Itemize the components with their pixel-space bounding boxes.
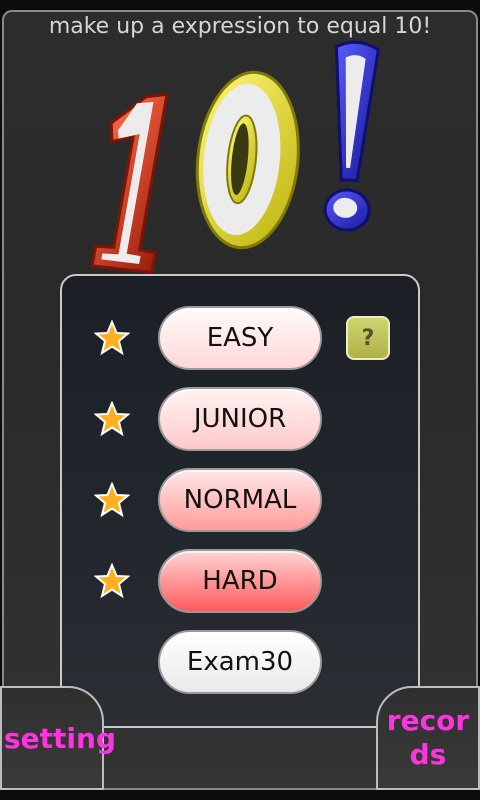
level-row-exam30: Exam30 — [62, 630, 418, 694]
question-mark-icon: ? — [361, 325, 375, 351]
star-icon — [94, 563, 130, 599]
level-row-junior: JUNIOR — [62, 387, 418, 451]
normal-button[interactable]: NORMAL — [158, 468, 322, 532]
star-icon — [94, 482, 130, 518]
level-row-easy: EASY ? — [62, 306, 418, 370]
star-icon — [94, 320, 130, 356]
level-row-hard: HARD — [62, 549, 418, 613]
star-icon — [94, 401, 130, 437]
hard-button[interactable]: HARD — [158, 549, 322, 613]
exam30-button[interactable]: Exam30 — [158, 630, 322, 694]
level-panel: EASY ? JUNIOR NORMAL HARD Exam30 — [60, 274, 420, 728]
records-button[interactable]: records — [376, 686, 480, 790]
easy-button[interactable]: EASY — [158, 306, 322, 370]
setting-label: setting — [4, 722, 116, 755]
level-row-normal: NORMAL — [62, 468, 418, 532]
help-button[interactable]: ? — [346, 316, 390, 360]
logo-10-bang — [90, 40, 381, 275]
records-label: records — [386, 704, 470, 771]
junior-button[interactable]: JUNIOR — [158, 387, 322, 451]
instruction-text: make up a expression to equal 10! — [48, 14, 432, 39]
setting-button[interactable]: setting — [0, 686, 116, 790]
